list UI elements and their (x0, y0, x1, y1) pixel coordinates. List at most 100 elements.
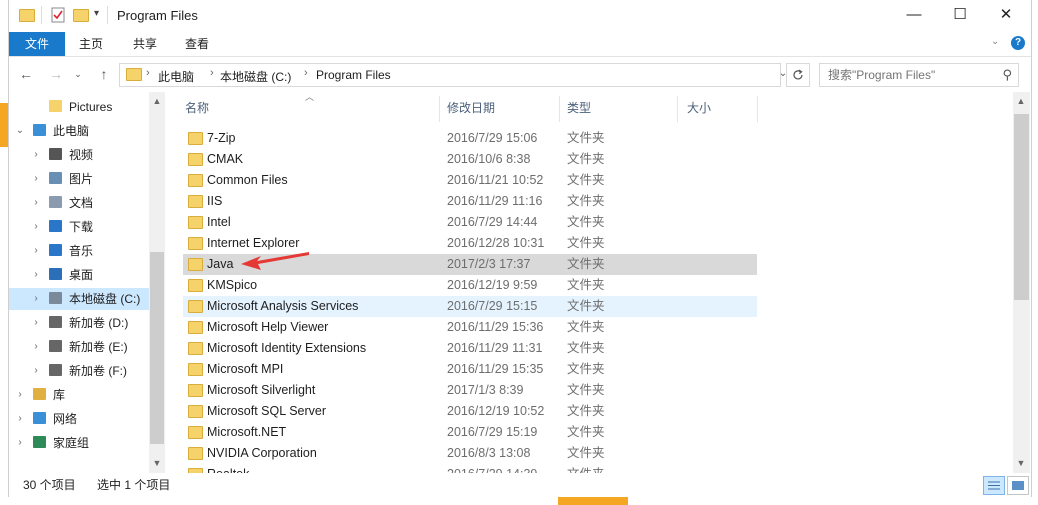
sidebar-item[interactable]: › 桌面 (9, 264, 149, 286)
column-divider[interactable] (677, 96, 678, 122)
chevron-right-icon[interactable]: › (31, 312, 41, 334)
file-date: 2016/7/29 15:15 (447, 299, 538, 313)
tab-share[interactable]: 共享 (123, 32, 167, 56)
breadcrumb-this-pc[interactable]: 此电脑 (158, 68, 194, 85)
sidebar-item[interactable]: › 下载 (9, 216, 149, 238)
sidebar-item-label: 音乐 (69, 244, 94, 258)
file-row[interactable]: Microsoft Silverlight 2017/1/3 8:39 文件夹 (183, 380, 757, 401)
file-name: 7-Zip (207, 131, 236, 145)
sidebar-item[interactable]: › 图片 (9, 168, 149, 190)
file-row[interactable]: Microsoft.NET 2016/7/29 15:19 文件夹 (183, 422, 757, 443)
file-row[interactable]: Intel 2016/7/29 14:44 文件夹 (183, 212, 757, 233)
sidebar-item[interactable]: › 新加卷 (D:) (9, 312, 149, 334)
column-header-size[interactable]: 大小 (687, 92, 711, 124)
expand-ribbon-icon[interactable]: ⌄ (991, 36, 999, 47)
scroll-up-icon[interactable]: ▲ (1013, 96, 1029, 106)
sidebar-item[interactable]: › 视频 (9, 144, 149, 166)
background-window-edge (558, 497, 628, 505)
minimize-button[interactable]: — (891, 0, 937, 32)
column-divider[interactable] (439, 96, 440, 122)
chevron-right-icon[interactable]: › (31, 144, 41, 166)
chevron-right-icon[interactable]: › (31, 240, 41, 262)
file-type: 文件夹 (567, 215, 605, 229)
maximize-button[interactable]: ☐ (937, 0, 983, 32)
customize-toolbar-icon[interactable]: ▾ (94, 8, 99, 19)
forward-icon[interactable]: → (45, 63, 67, 85)
chevron-right-icon[interactable]: › (31, 216, 41, 238)
search-box[interactable]: ⚲ (819, 63, 1019, 87)
sidebar-item[interactable]: › 音乐 (9, 240, 149, 262)
chevron-right-icon[interactable]: › (31, 168, 41, 190)
column-divider[interactable] (559, 96, 560, 122)
column-divider[interactable] (757, 96, 758, 122)
file-row[interactable]: CMAK 2016/10/6 8:38 文件夹 (183, 149, 757, 170)
properties-icon[interactable] (51, 7, 65, 26)
sidebar-item[interactable]: ⌄ 此电脑 (9, 120, 149, 142)
details-view-button[interactable] (983, 476, 1005, 495)
file-name: IIS (207, 194, 223, 208)
sidebar-item[interactable]: › 本地磁盘 (C:) (9, 288, 149, 310)
tab-file[interactable]: 文件 (9, 32, 65, 56)
sidebar-item-label: 本地磁盘 (C:) (69, 292, 141, 306)
chevron-right-icon[interactable]: › (31, 360, 41, 382)
file-type: 文件夹 (567, 446, 605, 460)
new-folder-icon[interactable] (73, 9, 89, 22)
sidebar-item[interactable]: › 网络 (9, 408, 149, 430)
nav-scrollbar[interactable]: ▲ ▼ (149, 92, 165, 473)
up-icon[interactable]: ↑ (93, 63, 115, 85)
large-icons-view-button[interactable] (1007, 476, 1029, 495)
file-row[interactable]: Microsoft Help Viewer 2016/11/29 15:36 文件夹 (183, 317, 757, 338)
scrollbar-thumb[interactable] (1014, 114, 1029, 300)
file-row[interactable]: Microsoft Analysis Services 2016/7/29 15:… (183, 296, 757, 317)
chevron-right-icon[interactable]: › (31, 288, 41, 310)
file-row[interactable]: Microsoft Identity Extensions 2016/11/29 … (183, 338, 757, 359)
file-row[interactable]: NVIDIA Corporation 2016/8/3 13:08 文件夹 (183, 443, 757, 464)
column-header-date[interactable]: 修改日期 (447, 92, 495, 124)
scroll-down-icon[interactable]: ▼ (149, 458, 165, 468)
chevron-right-icon[interactable]: › (146, 67, 150, 79)
sidebar-item[interactable]: › 库 (9, 384, 149, 406)
tab-view[interactable]: 查看 (175, 32, 219, 56)
file-row[interactable]: KMSpico 2016/12/19 9:59 文件夹 (183, 275, 757, 296)
folder-icon (188, 132, 203, 145)
file-list-scrollbar[interactable]: ▲ ▼ (1013, 92, 1030, 473)
sidebar-item[interactable]: › 文档 (9, 192, 149, 214)
column-header-type[interactable]: 类型 (567, 92, 591, 124)
chevron-right-icon[interactable]: › (31, 192, 41, 214)
close-button[interactable]: ✕ (983, 0, 1029, 32)
recent-locations-icon[interactable]: ⌄ (67, 63, 89, 85)
chevron-right-icon[interactable]: › (15, 384, 25, 406)
refresh-button[interactable] (786, 63, 810, 87)
chevron-right-icon[interactable]: › (15, 432, 25, 454)
address-bar[interactable]: › 此电脑 › 本地磁盘 (C:) › Program Files (119, 63, 781, 87)
help-icon[interactable]: ? (1011, 36, 1025, 50)
sidebar-item[interactable]: › 新加卷 (E:) (9, 336, 149, 358)
file-row[interactable]: 7-Zip 2016/7/29 15:06 文件夹 (183, 128, 757, 149)
sidebar-item[interactable]: Pictures (9, 96, 149, 118)
tab-home[interactable]: 主页 (69, 32, 113, 56)
chevron-right-icon[interactable]: › (304, 67, 308, 79)
file-row[interactable]: Realtek 2016/7/29 14:39 文件夹 (183, 464, 757, 473)
file-date: 2016/12/28 10:31 (447, 236, 545, 250)
chevron-right-icon[interactable]: › (31, 264, 41, 286)
file-row[interactable]: Common Files 2016/11/21 10:52 文件夹 (183, 170, 757, 191)
file-row[interactable]: IIS 2016/11/29 11:16 文件夹 (183, 191, 757, 212)
scroll-up-icon[interactable]: ▲ (149, 96, 165, 106)
search-input[interactable] (826, 64, 1000, 86)
chevron-right-icon[interactable]: › (210, 67, 214, 79)
chevron-right-icon[interactable]: › (31, 336, 41, 358)
file-row[interactable]: Microsoft MPI 2016/11/29 15:35 文件夹 (183, 359, 757, 380)
file-row[interactable]: Microsoft SQL Server 2016/12/19 10:52 文件夹 (183, 401, 757, 422)
scrollbar-thumb[interactable] (150, 252, 164, 444)
breadcrumb-program-files[interactable]: Program Files (316, 68, 391, 82)
scroll-down-icon[interactable]: ▼ (1013, 458, 1029, 468)
chevron-down-icon[interactable]: ⌄ (15, 120, 25, 142)
breadcrumb-local-disk[interactable]: 本地磁盘 (C:) (220, 68, 291, 85)
back-icon[interactable]: ← (15, 63, 37, 85)
sidebar-item[interactable]: › 家庭组 (9, 432, 149, 454)
sidebar-item[interactable]: › 新加卷 (F:) (9, 360, 149, 382)
file-type: 文件夹 (567, 464, 605, 473)
refresh-icon (793, 69, 803, 80)
column-header-name[interactable]: 名称 (185, 92, 209, 124)
chevron-right-icon[interactable]: › (15, 408, 25, 430)
